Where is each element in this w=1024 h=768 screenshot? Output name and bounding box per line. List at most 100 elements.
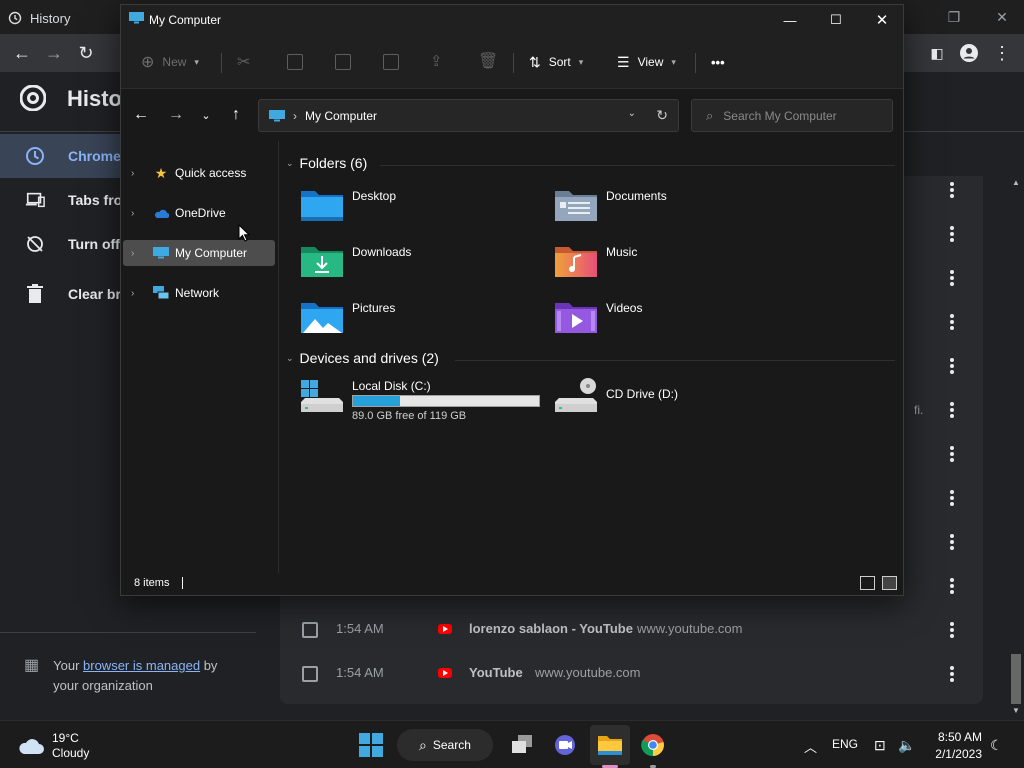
chrome-menu-icon[interactable]: ⋮ [986, 34, 1018, 72]
folder-videos[interactable]: Videos [554, 299, 794, 343]
chevron-right-icon[interactable]: › [131, 168, 141, 179]
volume-icon[interactable]: 🔈 [898, 737, 915, 754]
cloud-icon [19, 739, 44, 754]
close-icon[interactable]: ✕ [859, 5, 905, 35]
scroll-down-icon[interactable]: ▼ [1012, 706, 1020, 715]
row-title[interactable]: YouTube [469, 665, 523, 680]
profile-icon[interactable] [953, 34, 985, 72]
chrome-restore-icon[interactable]: ❐ [932, 0, 976, 34]
row-menu-icon[interactable] [950, 402, 954, 418]
breadcrumb[interactable]: My Computer [305, 109, 377, 123]
page-scrollbar[interactable]: ▲ ▼ [1008, 176, 1024, 720]
maximize-icon[interactable]: ☐ [813, 5, 859, 35]
row-checkbox[interactable] [302, 666, 318, 682]
sort-button[interactable]: ⇅ Sort ▾ [529, 46, 583, 78]
chevron-right-icon[interactable]: › [131, 208, 141, 219]
chevron-down-icon[interactable]: ⌄ [628, 108, 636, 119]
taskbar-search-button[interactable]: ⌕ Search [397, 729, 493, 761]
nav-item-network[interactable]: › Network [123, 280, 275, 306]
managed-link[interactable]: browser is managed [83, 658, 200, 673]
rename-icon[interactable] [383, 54, 399, 70]
desktop-folder-icon [301, 191, 343, 221]
folders-group-header[interactable]: ⌄ Folders (6) [286, 155, 367, 171]
network-icon[interactable]: ⊡ [874, 737, 886, 754]
row-menu-icon[interactable] [950, 314, 954, 330]
row-menu-icon[interactable] [950, 490, 954, 506]
up-arrow-icon[interactable]: ↑ [226, 105, 246, 125]
chrome-close-icon[interactable]: ✕ [980, 0, 1024, 34]
folder-documents[interactable]: Documents [554, 187, 794, 231]
details-view-icon[interactable] [860, 576, 875, 590]
input-language[interactable]: ENG [832, 737, 858, 751]
forward-arrow-icon[interactable]: → [38, 34, 70, 72]
drive-local-disk-c[interactable]: Local Disk (C:) 89.0 GB free of 119 GB [300, 377, 540, 427]
search-placeholder: Search My Computer [723, 108, 837, 123]
share-icon[interactable]: ⇪ [430, 52, 443, 70]
scroll-up-icon[interactable]: ▲ [1012, 178, 1020, 187]
start-button[interactable] [355, 729, 387, 761]
row-menu-icon[interactable] [950, 578, 954, 594]
show-hidden-icons-chevron-icon[interactable]: ︿ [804, 737, 817, 756]
cut-icon[interactable]: ✂ [237, 52, 250, 72]
focus-assist-moon-icon[interactable]: ☾ [990, 737, 1003, 754]
row-menu-icon[interactable] [950, 446, 954, 462]
scrollbar-thumb[interactable] [1011, 654, 1021, 704]
file-explorer-window: My Computer — ☐ ✕ ⊕ New ▾ ✂ ⇪ 🗑 ⇅ Sort ▾… [120, 4, 904, 596]
file-explorer-taskbar-button[interactable] [594, 729, 626, 761]
delete-icon[interactable]: 🗑 [478, 51, 498, 71]
row-menu-icon[interactable] [950, 358, 954, 374]
weather-widget[interactable]: 19°C Cloudy [18, 731, 89, 761]
reload-icon[interactable]: ↻ [70, 34, 102, 72]
side-panel-icon[interactable]: ◧ [921, 34, 953, 72]
task-view-button[interactable] [506, 729, 538, 761]
folder-pictures[interactable]: Pictures [300, 299, 540, 343]
row-menu-icon[interactable] [950, 182, 954, 198]
view-button[interactable]: ☰ View ▾ [617, 46, 676, 78]
row-checkbox[interactable] [302, 622, 318, 638]
teams-chat-button[interactable] [549, 729, 581, 761]
nav-item-onedrive[interactable]: › OneDrive [123, 200, 275, 226]
folder-desktop[interactable]: Desktop [300, 187, 540, 231]
table-row[interactable]: 1:54 AM lorenzo sablaon - YouTube www.yo… [280, 608, 983, 652]
chrome-logo-icon [20, 85, 46, 111]
paste-icon[interactable] [335, 54, 351, 70]
back-arrow-icon[interactable]: ← [131, 105, 151, 125]
recent-locations-chevron-icon[interactable]: ⌄ [196, 105, 216, 125]
nav-item-my-computer[interactable]: › My Computer [123, 240, 275, 266]
forward-arrow-icon[interactable]: → [166, 105, 186, 125]
mouse-cursor-icon [238, 224, 250, 242]
folder-name: Pictures [352, 301, 396, 315]
status-bar: 8 items [121, 573, 903, 595]
new-label: New [162, 55, 187, 69]
downloads-folder-icon [301, 247, 343, 277]
explorer-title-bar[interactable]: My Computer — ☐ ✕ [121, 5, 903, 35]
nav-item-quick-access[interactable]: › ★ Quick access [123, 160, 275, 186]
table-row[interactable]: 1:54 AM YouTube www.youtube.com [280, 652, 983, 696]
chevron-right-icon[interactable]: › [131, 248, 141, 259]
folder-music[interactable]: Music [554, 243, 794, 287]
tiles-view-icon[interactable] [882, 576, 897, 590]
system-clock[interactable]: 8:50 AM 2/1/2023 [928, 729, 982, 763]
row-menu-icon[interactable] [950, 226, 954, 242]
chevron-right-icon[interactable]: › [131, 288, 141, 299]
drives-group-header[interactable]: ⌄ Devices and drives (2) [286, 350, 439, 366]
chrome-tab-history[interactable]: History [8, 4, 70, 32]
more-options-button[interactable]: ••• [711, 46, 725, 78]
new-button[interactable]: ⊕ New ▾ [141, 46, 199, 78]
back-arrow-icon[interactable]: ← [6, 34, 38, 72]
refresh-icon[interactable]: ↻ [656, 107, 668, 124]
search-label: Search [432, 738, 471, 752]
drive-cd-d[interactable]: CD Drive (D:) [554, 377, 794, 421]
address-bar[interactable]: › My Computer ⌄ ↻ [258, 99, 679, 132]
row-menu-icon[interactable] [950, 534, 954, 550]
copy-icon[interactable] [287, 54, 303, 70]
chrome-taskbar-button[interactable] [637, 729, 669, 761]
folder-downloads[interactable]: Downloads [300, 243, 540, 287]
sort-icon: ⇅ [529, 53, 541, 70]
minimize-icon[interactable]: — [767, 5, 813, 35]
search-input[interactable]: ⌕ Search My Computer [691, 99, 893, 132]
row-title[interactable]: lorenzo sablaon - YouTube [469, 621, 633, 636]
clock-icon [25, 146, 45, 166]
row-menu-icon[interactable] [950, 270, 954, 286]
navigation-bar: ← → ⌄ ↑ › My Computer ⌄ ↻ ⌕ Search My Co… [121, 89, 903, 141]
